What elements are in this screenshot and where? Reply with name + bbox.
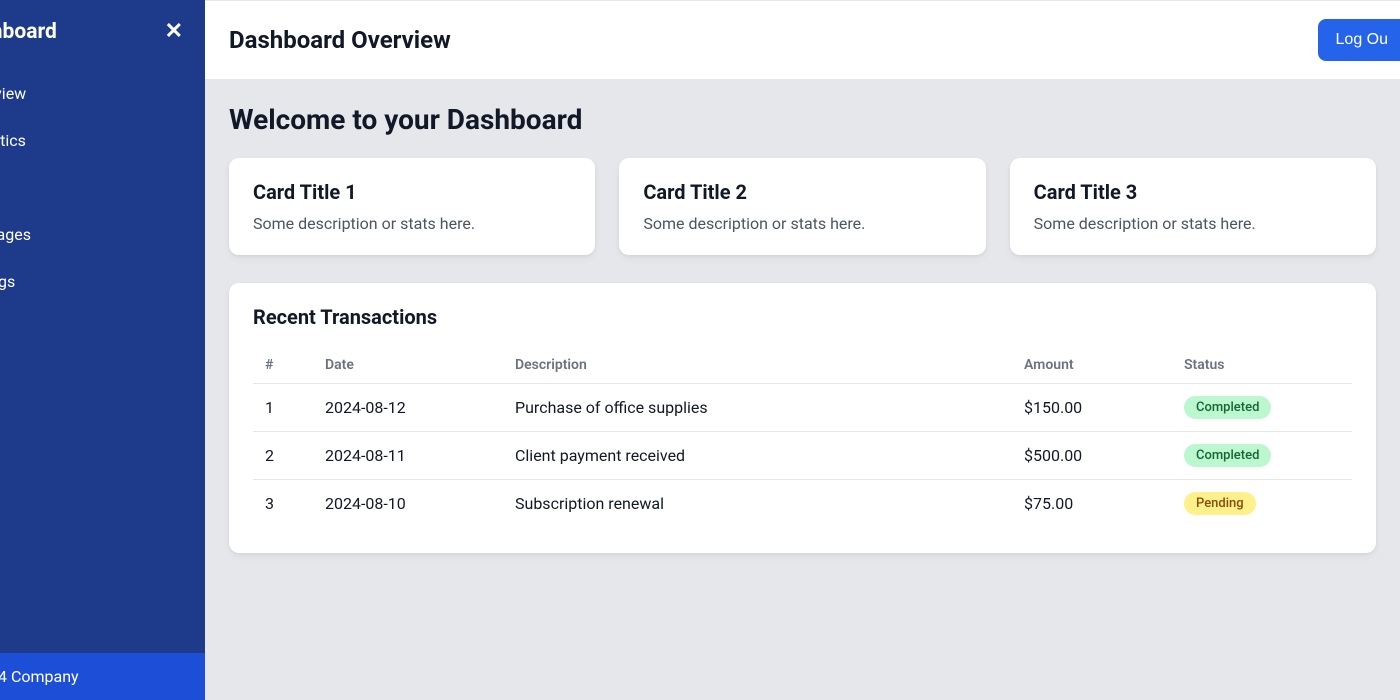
table-row: 32024-08-10Subscription renewal$75.00 Pen…: [253, 480, 1352, 528]
welcome-heading: Welcome to your Dashboard: [229, 103, 1376, 136]
col-header-num: #: [253, 347, 313, 384]
card-title: Card Title 2: [643, 180, 961, 204]
cell-date: 2024-08-12: [313, 384, 503, 432]
sidebar-title: shboard: [0, 20, 57, 44]
cell-status: Completed: [1172, 384, 1352, 432]
cell-num: 2: [253, 432, 313, 480]
cell-amount: $75.00: [1012, 480, 1172, 528]
card-title: Card Title 1: [253, 180, 571, 204]
content-area: Welcome to your Dashboard Card Title 1 S…: [205, 79, 1400, 700]
sidebar-header: shboard ✕: [0, 20, 205, 62]
card-desc: Some description or stats here.: [643, 214, 961, 233]
stat-card-3: Card Title 3 Some description or stats h…: [1010, 158, 1376, 255]
col-header-amount: Amount: [1012, 347, 1172, 384]
cell-amount: $150.00: [1012, 384, 1172, 432]
sidebar-item-label: alytics: [0, 131, 26, 150]
sidebar-item-label: tings: [0, 272, 15, 291]
status-badge: Completed: [1184, 444, 1271, 467]
topbar: Dashboard Overview Log Ou: [205, 0, 1400, 79]
cell-status: Pending: [1172, 480, 1352, 528]
table-row: 12024-08-12Purchase of office supplies$1…: [253, 384, 1352, 432]
card-title: Card Title 3: [1034, 180, 1352, 204]
cell-date: 2024-08-10: [313, 480, 503, 528]
col-header-date: Date: [313, 347, 503, 384]
main: Dashboard Overview Log Ou Welcome to you…: [205, 0, 1400, 700]
col-header-desc: Description: [503, 347, 1012, 384]
table-row: 22024-08-11Client payment received$500.0…: [253, 432, 1352, 480]
stat-card-1: Card Title 1 Some description or stats h…: [229, 158, 595, 255]
transactions-table: # Date Description Amount Status 12024-0…: [253, 347, 1352, 527]
cell-num: 1: [253, 384, 313, 432]
cell-date: 2024-08-11: [313, 432, 503, 480]
col-header-status: Status: [1172, 347, 1352, 384]
transactions-panel: Recent Transactions # Date Description A…: [229, 283, 1376, 553]
sidebar-item-settings[interactable]: tings: [0, 258, 205, 305]
cell-amount: $500.00: [1012, 432, 1172, 480]
cards-row: Card Title 1 Some description or stats h…: [229, 158, 1376, 255]
footer-text: 024 Company: [0, 667, 79, 686]
sidebar-item-messages[interactable]: ssages: [0, 211, 205, 258]
cell-desc: Subscription renewal: [503, 480, 1012, 528]
logout-button[interactable]: Log Ou: [1318, 19, 1400, 61]
status-badge: Pending: [1184, 492, 1256, 515]
cell-num: 3: [253, 480, 313, 528]
sidebar-item-label: ssages: [0, 225, 31, 244]
sidebar-item-analytics[interactable]: alytics: [0, 117, 205, 164]
sidebar-nav: erview alytics es ssages tings: [0, 70, 205, 305]
table-header-row: # Date Description Amount Status: [253, 347, 1352, 384]
cell-desc: Client payment received: [503, 432, 1012, 480]
card-desc: Some description or stats here.: [253, 214, 571, 233]
sidebar: shboard ✕ erview alytics es ssages tings…: [0, 0, 205, 700]
sidebar-item-sales[interactable]: es: [0, 164, 205, 211]
sidebar-footer: 024 Company: [0, 653, 205, 700]
table-title: Recent Transactions: [253, 305, 1352, 329]
card-desc: Some description or stats here.: [1034, 214, 1352, 233]
stat-card-2: Card Title 2 Some description or stats h…: [619, 158, 985, 255]
close-icon[interactable]: ✕: [165, 21, 189, 43]
page-title: Dashboard Overview: [229, 26, 451, 54]
status-badge: Completed: [1184, 396, 1271, 419]
sidebar-item-overview[interactable]: erview: [0, 70, 205, 117]
cell-desc: Purchase of office supplies: [503, 384, 1012, 432]
cell-status: Completed: [1172, 432, 1352, 480]
sidebar-item-label: erview: [0, 84, 26, 103]
